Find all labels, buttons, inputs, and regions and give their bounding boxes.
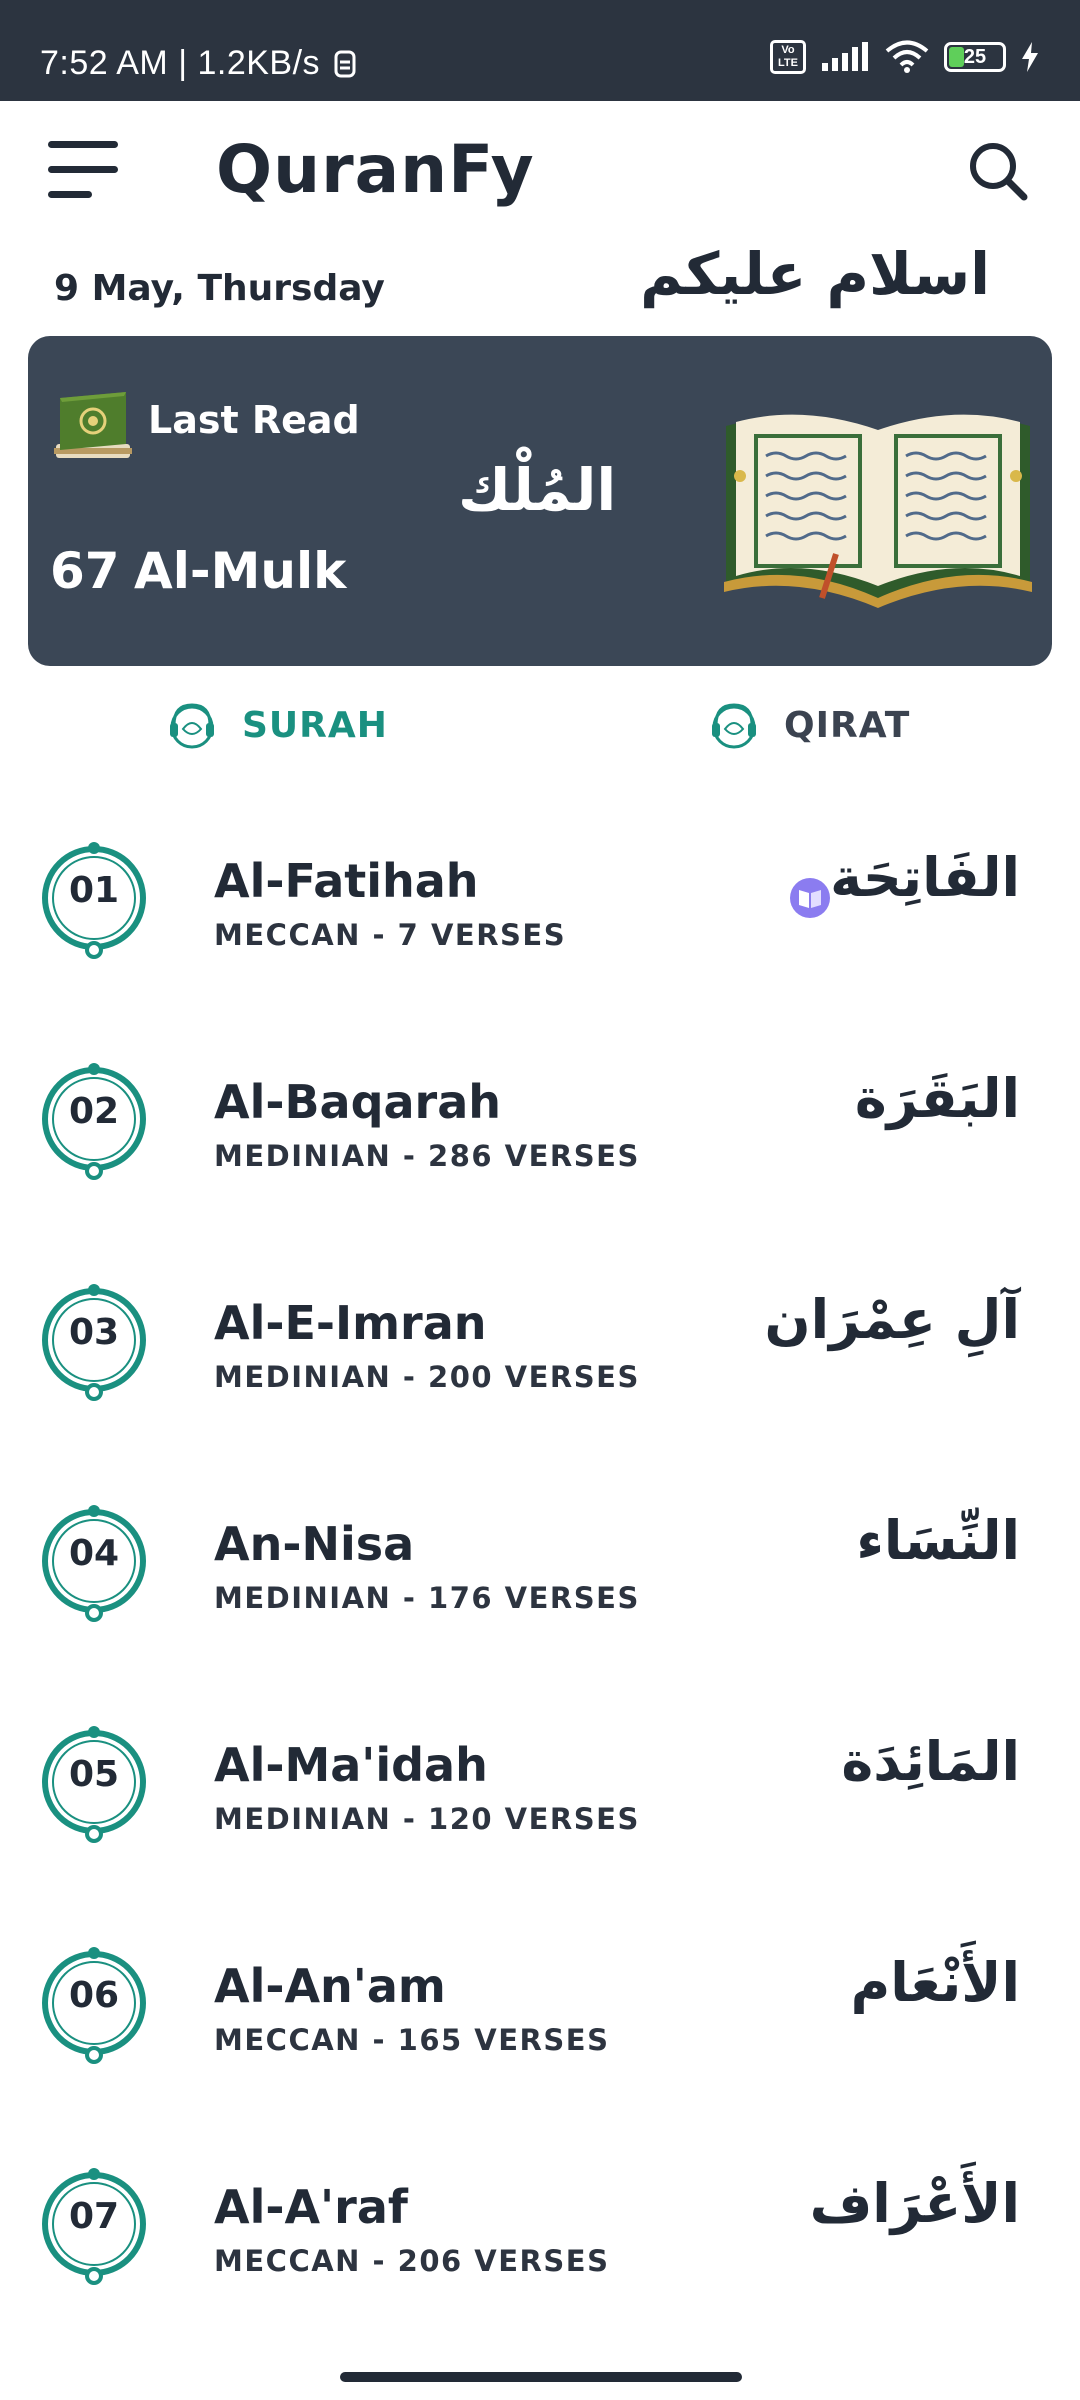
tab-surah-label: SURAH: [242, 704, 388, 746]
last-read-number: 67: [50, 542, 120, 600]
surah-meta: MECCAN - 7 VERSES: [214, 918, 567, 952]
surah-arabic: الأَنْعَام: [850, 1951, 1020, 2014]
surah-number: 04: [68, 1533, 120, 1574]
surah-meta: MEDINIAN - 176 VERSES: [214, 1581, 640, 1615]
surah-meta: MEDINIAN - 286 VERSES: [214, 1139, 640, 1173]
surah-name: An-Nisa: [214, 1517, 415, 1571]
charging-icon: [1022, 42, 1038, 72]
surah-row[interactable]: 03 Al-E-Imran MEDINIAN - 200 VERSES آلِ …: [0, 1232, 1080, 1453]
battery-icon: 25: [944, 42, 1006, 72]
surah-number-badge: 07: [38, 2166, 150, 2286]
surah-number-badge: 05: [38, 1724, 150, 1844]
surah-name: Al-E-Imran: [214, 1296, 487, 1350]
surah-row[interactable]: 02 Al-Baqarah MEDINIAN - 286 VERSES البَ…: [0, 1011, 1080, 1232]
status-right: Vo LTE 25: [770, 40, 1040, 74]
status-bar: 7:52 AM | 1.2KB/s Vo LTE 25: [0, 0, 1080, 101]
surah-row[interactable]: 07 Al-A'raf MECCAN - 206 VERSES الأَعْرَ…: [0, 2116, 1080, 2337]
surah-name: Al-Ma'idah: [214, 1738, 488, 1792]
surah-arabic: الأَعْرَاف: [809, 2172, 1020, 2235]
surah-number: 06: [68, 1975, 120, 2016]
tab-qirat-label: QIRAT: [784, 704, 911, 746]
tab-bar: SURAH QIRAT: [0, 690, 1080, 760]
last-read-card[interactable]: Last Read المُلْك 67 Al-Mulk: [28, 336, 1052, 666]
signal-icon: [822, 42, 868, 71]
last-read-label: Last Read: [148, 398, 360, 442]
surah-meta: MECCAN - 165 VERSES: [214, 2023, 610, 2057]
quran-book-icon: [54, 392, 132, 458]
headphones-quran-icon: [170, 703, 214, 749]
surah-row[interactable]: 04 An-Nisa MEDINIAN - 176 VERSES النِّسَ…: [0, 1453, 1080, 1674]
surah-arabic: المَائِدَة: [841, 1730, 1020, 1793]
surah-row[interactable]: 06 Al-An'am MECCAN - 165 VERSES الأَنْعَ…: [0, 1895, 1080, 2116]
surah-meta: MECCAN - 206 VERSES: [214, 2244, 610, 2278]
surah-arabic: الفَاتِحَة: [830, 846, 1020, 909]
notification-icon: [334, 50, 356, 77]
surah-name: Al-A'raf: [214, 2180, 408, 2234]
surah-number: 05: [68, 1754, 120, 1795]
headphones-quran-icon: [712, 703, 756, 749]
surah-row[interactable]: 01 Al-Fatihah MECCAN - 7 VERSES الفَاتِح…: [0, 790, 1080, 1011]
surah-arabic: النِّسَاء: [856, 1509, 1020, 1572]
last-read-name: Al-Mulk: [134, 542, 347, 600]
surah-meta: MEDINIAN - 200 VERSES: [214, 1360, 640, 1394]
open-quran-illustration: [724, 414, 1032, 608]
surah-name: Al-Fatihah: [214, 854, 479, 908]
tab-surah[interactable]: SURAH: [166, 690, 388, 760]
status-left: 7:52 AM | 1.2KB/s: [40, 44, 358, 83]
surah-number: 01: [68, 870, 120, 911]
surah-row[interactable]: 05 Al-Ma'idah MEDINIAN - 120 VERSES المَ…: [0, 1674, 1080, 1895]
surah-arabic: البَقَرَة: [854, 1067, 1020, 1130]
surah-number-badge: 03: [38, 1282, 150, 1402]
app-title: QuranFy: [216, 131, 535, 208]
surah-number: 07: [68, 2196, 120, 2237]
surah-number-badge: 02: [38, 1061, 150, 1181]
surah-number: 02: [68, 1091, 120, 1132]
surah-name: Al-An'am: [214, 1959, 446, 2013]
app-bar: QuranFy: [0, 101, 1080, 241]
surah-number: 03: [68, 1312, 120, 1353]
hamburger-menu-icon[interactable]: [48, 141, 122, 201]
last-read-arabic: المُلْك: [458, 456, 617, 524]
surah-number-badge: 06: [38, 1945, 150, 2065]
wifi-icon: [885, 40, 929, 73]
search-icon[interactable]: [966, 139, 1030, 203]
surah-name: Al-Baqarah: [214, 1075, 502, 1129]
status-time: 7:52 AM | 1.2KB/s: [40, 44, 321, 82]
volte-icon: Vo LTE: [770, 40, 806, 74]
greeting-text: اسلام عليكم: [640, 240, 990, 308]
surah-number-badge: 01: [38, 840, 150, 960]
surah-arabic: آلِ عِمْرَان: [764, 1288, 1020, 1351]
date-text: 9 May, Thursday: [54, 268, 385, 309]
battery-percent: 25: [963, 46, 987, 68]
reading-book-badge-icon[interactable]: [788, 876, 832, 920]
surah-number-badge: 04: [38, 1503, 150, 1623]
tab-qirat[interactable]: QIRAT: [708, 690, 910, 760]
home-indicator[interactable]: [340, 2372, 742, 2382]
surah-meta: MEDINIAN - 120 VERSES: [214, 1802, 640, 1836]
